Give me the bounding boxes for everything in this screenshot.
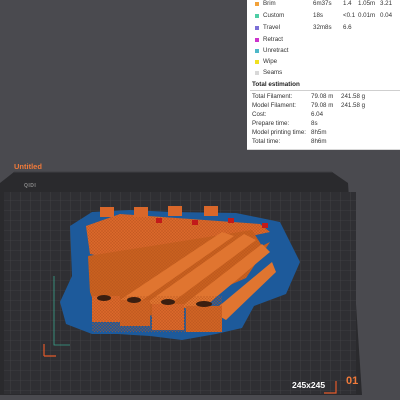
feature-weight: 0.04: [380, 12, 393, 19]
total-value-secondary: 241.58 g: [341, 93, 366, 100]
legend-label: Unretract: [263, 47, 289, 54]
feature-percent: 6.6: [343, 24, 352, 31]
color-swatch: [255, 26, 259, 30]
total-value: 6.04: [311, 111, 324, 118]
total-label: Cost:: [252, 111, 267, 118]
slice-statistics-panel: Brim 6m37s 1.4 1.05m 3.21 Custom 18s <0.…: [247, 0, 400, 150]
feature-percent: <0.1: [343, 12, 356, 19]
total-row: Total time: 8h6m: [252, 138, 400, 148]
total-value: 8h6m: [311, 138, 327, 145]
feature-name: Brim: [263, 0, 276, 7]
color-swatch: [255, 14, 259, 18]
feature-time: 6m37s: [313, 0, 332, 7]
feature-time: 32m8s: [313, 24, 332, 31]
total-value: 8s: [311, 120, 318, 127]
legend-label: Wipe: [263, 58, 278, 65]
total-value-secondary: 241.58 g: [341, 102, 366, 109]
color-swatch: [255, 71, 259, 75]
divider: [250, 90, 400, 91]
legend-label: Retract: [263, 36, 283, 43]
plate-title[interactable]: Untitled: [14, 162, 42, 171]
feature-percent: 1.4: [343, 0, 352, 7]
feature-time: 18s: [313, 12, 323, 19]
total-row: Model Filament: 79.08 m 241.58 g: [252, 102, 400, 112]
total-label: Total Filament:: [252, 93, 293, 100]
plate-size-label: 245x245: [292, 380, 326, 390]
filament-row: Custom 18s <0.1 0.01m 0.04: [247, 12, 400, 22]
total-estimation-title: Total estimation: [252, 81, 300, 88]
plate-number[interactable]: 01: [346, 375, 358, 387]
color-swatch: [255, 60, 259, 64]
total-label: Model printing time:: [252, 129, 306, 136]
feature-name: Travel: [263, 24, 280, 31]
legend-label: Seams: [263, 69, 283, 76]
filament-row: Brim 6m37s 1.4 1.05m 3.21: [247, 0, 400, 10]
total-value: 8h5m: [311, 129, 327, 136]
total-label: Prepare time:: [252, 120, 290, 127]
color-swatch: [255, 38, 259, 42]
total-value: 79.08 m: [311, 102, 334, 109]
feature-length: 1.05m: [358, 0, 376, 7]
total-label: Model Filament:: [252, 102, 297, 109]
total-label: Total time:: [252, 138, 281, 145]
filament-row: Travel 32m8s 6.6: [247, 24, 400, 34]
feature-length: 0.01m: [358, 12, 376, 19]
color-swatch: [255, 2, 259, 6]
feature-name: Custom: [263, 12, 285, 19]
color-swatch: [255, 49, 259, 53]
plate-logo-text: QIDI: [24, 183, 37, 189]
total-value: 79.08 m: [311, 93, 334, 100]
feature-weight: 3.21: [380, 0, 393, 7]
